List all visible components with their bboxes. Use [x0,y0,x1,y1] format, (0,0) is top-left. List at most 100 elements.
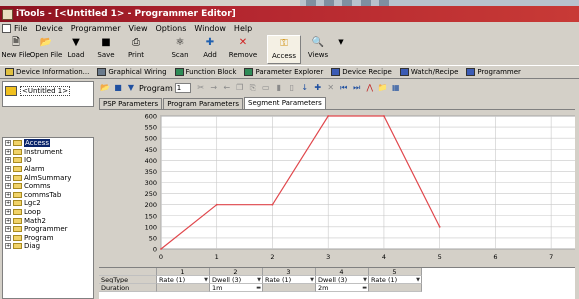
expand-icon[interactable]: + [5,209,11,216]
access-button[interactable]: ⚿ Access [267,35,301,64]
chevron-down-icon[interactable]: ▼ [204,276,208,283]
open-file-button[interactable]: 📂 Open File [30,35,63,64]
arrow-right-icon[interactable]: → [209,83,219,93]
expand-icon[interactable]: + [5,243,11,250]
tab-parameter-explorer[interactable]: Parameter Explorer [241,66,326,78]
copy-icon[interactable]: ❐ [235,83,245,93]
arrow-left-icon[interactable]: ← [222,83,232,93]
edit-icon[interactable]: ▬ [256,284,261,291]
expand-icon[interactable]: + [5,157,11,164]
duration-cell [263,284,316,292]
download-program-icon[interactable]: ▼ [126,83,136,93]
tree-item-instrument[interactable]: + Instrument [3,148,93,157]
tree-item-lgc2[interactable]: + Lgc2 [3,199,93,208]
expand-icon[interactable]: + [5,166,11,173]
tree-item-program[interactable]: + Program [3,234,93,243]
folder-icon[interactable]: 📁 [378,83,388,93]
chevron-down-icon[interactable]: ▼ [310,276,314,283]
tree-item-math2[interactable]: + Math2 [3,216,93,225]
tab-programmer[interactable]: Programmer [463,66,524,78]
tab-label: Function Block [185,68,237,76]
column-header: 2 [210,268,263,276]
duration-cell[interactable]: 1m ▬ [210,284,263,292]
tab-graphical-wiring[interactable]: Graphical Wiring [94,66,169,78]
expand-icon[interactable]: + [5,140,11,147]
save-button[interactable]: ■ Save [91,35,121,64]
insert-segment-down-icon[interactable]: ↓ [300,83,310,93]
menu-options[interactable]: Options [156,24,187,33]
expand-icon[interactable]: + [5,234,11,241]
new-file-button[interactable]: 🗎 New File [1,35,31,64]
menu-view[interactable]: View [129,24,148,33]
scan-button[interactable]: ⚛ Scan [165,35,195,64]
add-segment-icon[interactable]: ✚ [313,83,323,93]
menu-help[interactable]: Help [234,24,252,33]
views-button[interactable]: 🔍 Views [301,35,335,64]
paste-icon[interactable]: ⎘ [248,83,258,93]
views-dropdown-button[interactable]: ▼ [335,35,347,64]
open-program-icon[interactable]: 📂 [100,83,110,93]
print-button[interactable]: ⎙ Print [121,35,151,64]
edit-icon[interactable]: ▬ [362,284,367,291]
expand-icon[interactable]: + [5,174,11,181]
tab-psp-parameters[interactable]: PSP Parameters [99,98,163,109]
tree-item-diag[interactable]: + Diag [3,242,93,251]
remove-segment-icon[interactable]: ✕ [326,83,336,93]
title-bar[interactable]: iTools - [<Untitled 1> - Programmer Edit… [0,6,579,22]
expand-icon[interactable]: + [5,200,11,207]
last-segment-icon[interactable]: ⏭ [352,83,362,93]
tree-item-programmer[interactable]: + Programmer [3,225,93,234]
segtype-cell[interactable]: Dwell (3) ▼ [316,276,369,284]
profile-view-icon[interactable]: ⋀ [365,83,375,93]
segtype-cell[interactable]: Rate (1) ▼ [263,276,316,284]
tab-label: Device Recipe [342,68,392,76]
program-number-spinner[interactable]: 1 [174,83,191,93]
tab-device-recipe[interactable]: Device Recipe [328,66,395,78]
menu-window[interactable]: Window [194,24,226,33]
tree-item-loop[interactable]: + Loop [3,208,93,217]
copy-segment-icon[interactable]: ▭ [261,83,271,93]
document-icon[interactable] [2,24,11,33]
segtype-cell[interactable]: Dwell (3) ▼ [210,276,263,284]
tab-function-block[interactable]: Function Block [172,66,240,78]
device-label[interactable]: <Untitled 1> [20,86,71,96]
tab-segment-parameters[interactable]: Segment Parameters [244,97,326,109]
expand-icon[interactable]: + [5,183,11,190]
menu-programmer[interactable]: Programmer [71,24,121,33]
expand-icon[interactable]: + [5,148,11,155]
expand-icon[interactable]: + [5,217,11,224]
cut-icon[interactable]: ✂ [196,83,206,93]
save-program-icon[interactable]: ■ [113,83,123,93]
segtype-cell[interactable]: Rate (1) ▼ [157,276,210,284]
open-file-icon: 📂 [39,37,53,48]
tree-item-comms[interactable]: + Comms [3,182,93,191]
paste-segment-icon[interactable]: ▮ [274,83,284,93]
tree-item-access[interactable]: + Access [3,139,93,148]
load-button[interactable]: ▼ Load [61,35,91,64]
device-panel[interactable]: <Untitled 1> [2,81,94,107]
segtype-cell[interactable]: Rate (1) ▼ [369,276,422,284]
chevron-down-icon[interactable]: ▼ [257,276,261,283]
tab-program-parameters[interactable]: Program Parameters [163,98,244,109]
expand-icon[interactable]: + [5,191,11,198]
tree-item-commstab[interactable]: + commsTab [3,191,93,200]
folder-icon [13,140,22,147]
table-view-icon[interactable]: ▦ [391,83,401,93]
remove-button[interactable]: ✕ Remove [225,35,261,64]
delete-segment-icon[interactable]: ▯ [287,83,297,93]
tab-device-information[interactable]: Device Information... [2,66,92,78]
chevron-down-icon[interactable]: ▼ [363,276,367,283]
add-button[interactable]: ✚ Add [195,35,225,64]
duration-cell[interactable]: 2m ▬ [316,284,369,292]
expand-icon[interactable]: + [5,226,11,233]
first-segment-icon[interactable]: ⏮ [339,83,349,93]
tree-item-almsummary[interactable]: + AlmSummary [3,173,93,182]
scrollbar-edge[interactable] [575,79,579,299]
tab-watch-recipe[interactable]: Watch/Recipe [397,66,462,78]
tree-item-io[interactable]: + IO [3,156,93,165]
menu-file[interactable]: File [14,24,27,33]
chevron-down-icon[interactable]: ▼ [416,276,420,283]
menu-device[interactable]: Device [35,24,62,33]
tree-item-alarm[interactable]: + Alarm [3,165,93,174]
table-row-duration: Duration 1m ▬ 2m ▬ [99,284,579,292]
